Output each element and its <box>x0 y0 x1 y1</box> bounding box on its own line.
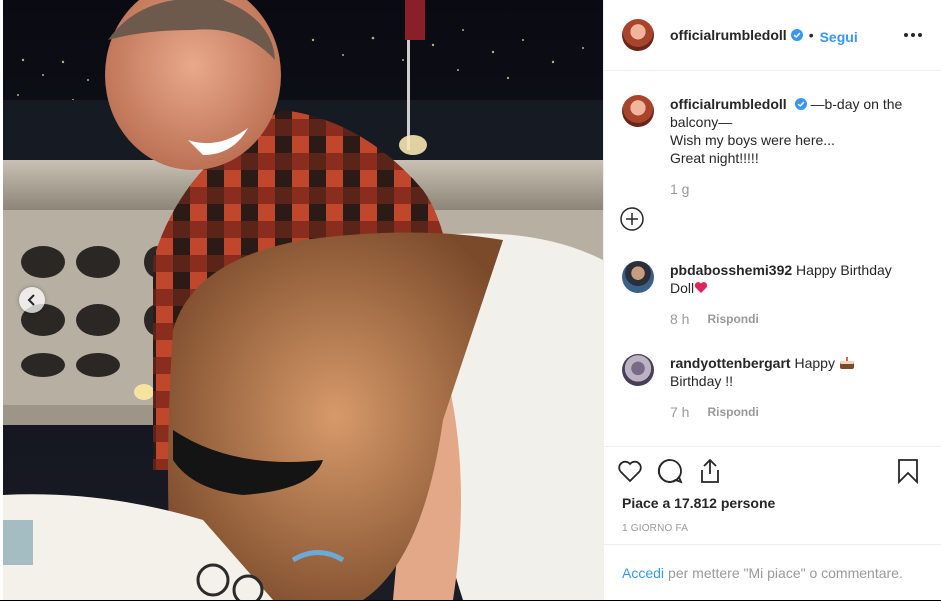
cake-emoji-icon <box>839 357 854 369</box>
caption-text-line3: Great night!!!!! <box>670 150 759 166</box>
post-photo[interactable] <box>3 0 603 600</box>
comment-meta: 7 h Rispondi <box>670 403 910 421</box>
action-icons <box>604 447 941 485</box>
login-link[interactable]: Accedi <box>622 565 664 581</box>
save-button[interactable] <box>894 457 922 485</box>
list-item: randyottenbergart Happy Birthday !! 7 h … <box>604 354 941 421</box>
post-image <box>3 0 603 600</box>
load-more-comments-icon[interactable] <box>620 207 644 231</box>
instagram-post-view: officialrumbledoll • Segui officialrumbl… <box>0 0 941 600</box>
avatar[interactable] <box>622 95 654 127</box>
separator-dot: • <box>808 27 814 43</box>
comment-body: pbdabosshemi392 Happy Birthday Doll 8 h … <box>670 261 910 328</box>
comment-meta: 8 h Rispondi <box>670 310 910 328</box>
comment-button[interactable] <box>656 457 684 485</box>
comment-body: randyottenbergart Happy Birthday !! 7 h … <box>670 354 910 421</box>
heart-emoji-icon <box>694 282 708 293</box>
verified-badge-icon <box>794 98 807 110</box>
comment-text-before: Happy <box>794 355 835 371</box>
comment-text-after: Birthday !! <box>670 373 734 389</box>
post-side-panel: officialrumbledoll • Segui officialrumbl… <box>603 0 941 600</box>
like-button[interactable] <box>616 457 644 485</box>
caption-time[interactable]: 1 g <box>670 180 689 198</box>
post-username[interactable]: officialrumbledoll <box>670 27 787 43</box>
follow-button[interactable]: Segui <box>820 29 858 45</box>
comment-username[interactable]: pbdabosshemi392 <box>670 262 792 278</box>
previous-image-button[interactable] <box>19 287 45 313</box>
likes-summary: Piace a 17.812 persone <box>604 495 941 511</box>
bookmark-icon <box>898 459 918 484</box>
login-prompt-text: per mettere "Mi piace" o commentare. <box>668 565 903 581</box>
post-actions: Piace a 17.812 persone 1 GIORNO FA <box>604 446 941 545</box>
reply-button[interactable]: Rispondi <box>707 403 758 421</box>
comment-username[interactable]: randyottenbergart <box>670 355 791 371</box>
caption-meta: 1 g <box>670 180 910 198</box>
comment-time[interactable]: 8 h <box>670 310 689 328</box>
comment-bubble-icon <box>657 459 683 484</box>
avatar[interactable] <box>622 19 654 51</box>
verified-badge-icon <box>790 29 803 41</box>
comments-list[interactable]: officialrumbledoll —b-day on the balcony… <box>604 71 941 446</box>
avatar[interactable] <box>622 354 654 386</box>
share-icon <box>701 458 719 483</box>
avatar[interactable] <box>622 261 654 293</box>
post-header: officialrumbledoll • Segui <box>604 0 941 71</box>
caption-body: officialrumbledoll —b-day on the balcony… <box>670 95 910 198</box>
heart-icon <box>618 460 642 483</box>
caption-comment: officialrumbledoll —b-day on the balcony… <box>604 95 941 198</box>
share-button[interactable] <box>696 457 724 485</box>
likes-count-link[interactable]: Piace a 17.812 persone <box>622 495 775 511</box>
post-date: 1 GIORNO FA <box>622 523 689 534</box>
more-options-icon[interactable] <box>902 26 924 44</box>
comment-time[interactable]: 7 h <box>670 403 689 421</box>
caption-text-line2: Wish my boys were here... <box>670 132 835 148</box>
chevron-left-icon <box>27 294 35 306</box>
caption-username[interactable]: officialrumbledoll <box>670 96 787 112</box>
reply-button[interactable]: Rispondi <box>707 310 758 328</box>
login-prompt: Accedi per mettere "Mi piace" o commenta… <box>604 544 941 601</box>
list-item: pbdabosshemi392 Happy Birthday Doll 8 h … <box>604 261 941 328</box>
